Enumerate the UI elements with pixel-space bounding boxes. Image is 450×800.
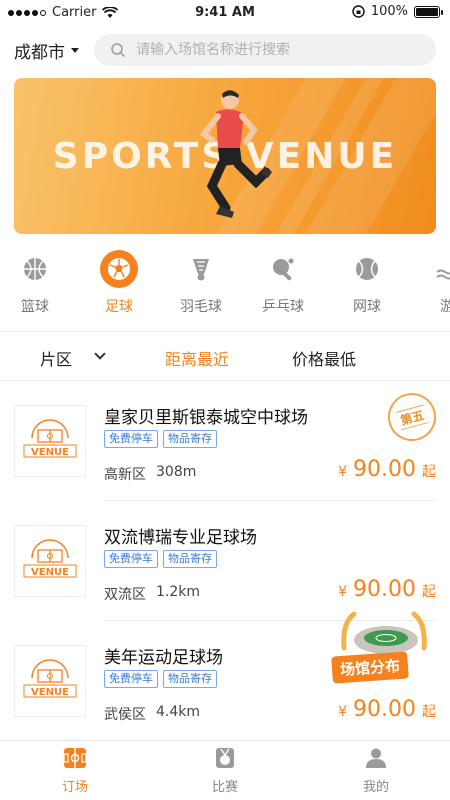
venue-price: ¥ 90.00 起 xyxy=(338,457,436,482)
venue-map-label: 场馆分布 xyxy=(331,651,409,684)
battery-icon xyxy=(414,5,443,18)
venue-name: 双流博瑞专业足球场 xyxy=(104,528,257,548)
status-bar: Carrier 9:41 AM 100% xyxy=(0,0,450,26)
venue-logo: VENUE xyxy=(14,405,86,477)
venue-card[interactable]: VENUE 皇家贝里斯银泰城空中球场 免费停车 物品寄存 高新区 308m ¥ … xyxy=(0,381,450,501)
venue-distance: 308m xyxy=(156,464,197,480)
tab-mine[interactable]: 我的 xyxy=(336,747,416,795)
swimming-icon xyxy=(436,269,450,280)
price-suffix: 起 xyxy=(422,584,436,600)
basketball-icon xyxy=(24,258,46,280)
category-basketball[interactable]: 篮球 xyxy=(0,250,70,316)
tab-label: 订场 xyxy=(61,780,88,795)
runner-illustration xyxy=(199,90,272,218)
tab-bar: 订场 比赛 我的 xyxy=(0,740,450,800)
price-value: 90.00 xyxy=(353,577,416,602)
category-bar: 篮球 足球 羽毛球 乒乓球 网球 游 xyxy=(0,250,450,320)
tag-free-parking: 免费停车 xyxy=(104,670,158,688)
search-input[interactable] xyxy=(136,42,416,58)
category-label: 篮球 xyxy=(21,299,49,315)
filter-bar: 片区 距离最近 价格最低 xyxy=(0,332,450,380)
venue-logo-text: VENUE xyxy=(31,447,69,458)
shuttlecock-icon xyxy=(193,259,209,281)
tag-free-parking: 免费停车 xyxy=(104,550,158,568)
battery-percent: 100% xyxy=(370,4,408,19)
medal-icon xyxy=(216,748,234,768)
venue-price: ¥ 90.00 起 xyxy=(338,577,436,602)
venue-price: ¥ 90.00 起 xyxy=(338,697,436,722)
venue-logo: VENUE xyxy=(14,525,86,597)
orientation-lock-icon xyxy=(352,5,365,18)
currency-symbol: ¥ xyxy=(338,584,348,600)
user-icon xyxy=(366,748,386,768)
category-soccer[interactable]: 足球 xyxy=(84,250,154,316)
venue-district: 武侯区 xyxy=(104,707,146,723)
currency-symbol: ¥ xyxy=(338,464,348,480)
rank-badge-text: 第五 xyxy=(396,404,428,430)
category-badminton[interactable]: 羽毛球 xyxy=(166,250,236,316)
category-label: 乒乓球 xyxy=(262,299,304,315)
venue-map-float-button[interactable]: 场馆分布 xyxy=(328,608,440,688)
filter-price[interactable]: 价格最低 xyxy=(292,346,356,370)
tab-booking[interactable]: 订场 xyxy=(35,747,115,795)
venue-district: 高新区 xyxy=(104,467,146,483)
promo-banner[interactable]: SPORTS VENUE xyxy=(14,78,436,234)
venue-logo-text: VENUE xyxy=(31,567,69,578)
tab-label: 比赛 xyxy=(211,780,238,795)
venue-distance: 4.4km xyxy=(156,704,201,720)
category-label: 羽毛球 xyxy=(180,299,222,315)
search-icon xyxy=(111,43,126,58)
tag-storage: 物品寄存 xyxy=(163,430,217,448)
price-value: 90.00 xyxy=(353,457,416,482)
field-icon xyxy=(63,748,87,768)
search-bar[interactable] xyxy=(94,34,436,66)
tag-storage: 物品寄存 xyxy=(163,670,217,688)
category-ping-pong[interactable]: 乒乓球 xyxy=(248,250,318,316)
currency-symbol: ¥ xyxy=(338,704,348,720)
city-selector[interactable]: 成都市 xyxy=(14,38,79,63)
category-label: 游 xyxy=(440,299,450,315)
city-label: 成都市 xyxy=(14,43,65,63)
filter-distance[interactable]: 距离最近 xyxy=(165,346,229,370)
category-label: 网球 xyxy=(353,299,381,315)
ping-pong-icon xyxy=(273,258,294,281)
venue-logo-text: VENUE xyxy=(31,687,69,698)
tab-label: 我的 xyxy=(362,780,389,795)
category-tennis[interactable]: 网球 xyxy=(332,250,402,316)
price-suffix: 起 xyxy=(422,704,436,720)
category-swimming[interactable]: 游 xyxy=(412,250,450,316)
header: 成都市 xyxy=(0,34,450,68)
tag-storage: 物品寄存 xyxy=(163,550,217,568)
filter-area[interactable]: 片区 xyxy=(40,346,72,370)
tab-matches[interactable]: 比赛 xyxy=(185,747,265,795)
venue-logo: VENUE xyxy=(14,645,86,717)
price-suffix: 起 xyxy=(422,464,436,480)
category-label: 足球 xyxy=(105,299,133,315)
venue-card[interactable]: VENUE 双流博瑞专业足球场 免费停车 物品寄存 双流区 1.2km ¥ 90… xyxy=(0,501,450,621)
venue-name: 皇家贝里斯银泰城空中球场 xyxy=(104,408,308,428)
tag-free-parking: 免费停车 xyxy=(104,430,158,448)
rank-badge: 第五 xyxy=(382,387,442,447)
tennis-ball-icon xyxy=(356,258,378,280)
venue-name: 美年运动足球场 xyxy=(104,648,223,668)
venue-distance: 1.2km xyxy=(156,584,201,600)
chevron-down-icon[interactable] xyxy=(94,348,106,360)
caret-down-icon xyxy=(71,48,79,53)
soccer-ball-icon xyxy=(108,258,130,280)
price-value: 90.00 xyxy=(353,697,416,722)
venue-district: 双流区 xyxy=(104,587,146,603)
